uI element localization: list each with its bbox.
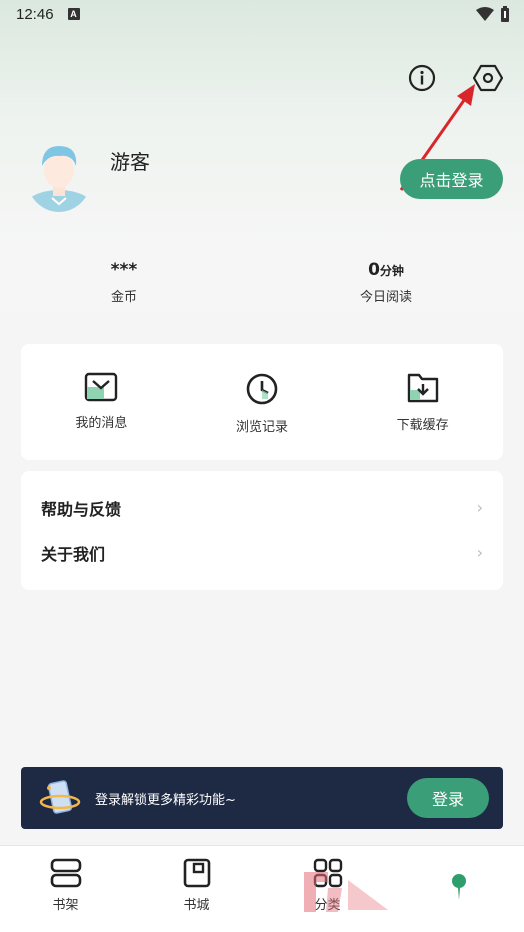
reading-stat[interactable]: 0分钟 今日阅读 <box>326 258 446 305</box>
battery-icon <box>501 6 509 22</box>
coins-value: *** <box>110 260 138 280</box>
menu-card: 帮助与反馈 › 关于我们 › <box>21 471 503 590</box>
notification-icon: A <box>67 8 80 20</box>
nav-label-bookshelf: 书架 <box>52 898 79 913</box>
reading-label: 今日阅读 <box>359 290 412 305</box>
nav-item-bookshelf[interactable]: 书架 <box>0 846 131 932</box>
coins-stat[interactable]: *** 金币 <box>64 258 184 305</box>
status-time: 12:46 <box>16 5 54 23</box>
quick-label-history: 浏览记录 <box>236 420 289 435</box>
status-indicators <box>476 6 510 22</box>
profile-dot-icon <box>451 874 466 888</box>
username: 游客 <box>110 150 150 174</box>
menu-item-about[interactable]: 关于我们 › <box>41 530 483 575</box>
watermark-logo <box>304 872 388 912</box>
download-folder-icon <box>407 373 438 403</box>
quick-actions-card: 我的消息 浏览记录 下载缓存 <box>21 344 503 460</box>
login-button[interactable]: 点击登录 <box>400 159 503 199</box>
login-promo-banner: 登录解锁更多精彩功能~ 登录 <box>21 767 503 829</box>
chevron-right-icon: › <box>476 543 483 562</box>
nav-item-profile[interactable] <box>393 846 524 932</box>
nav-label-bookstore: 书城 <box>183 898 210 913</box>
quick-label-messages: 我的消息 <box>75 416 128 431</box>
menu-item-help[interactable]: 帮助与反馈 › <box>41 485 483 530</box>
reading-unit: 分钟 <box>379 264 404 278</box>
nav-item-bookstore[interactable]: 书城 <box>131 846 262 932</box>
menu-label-about: 关于我们 <box>41 544 106 564</box>
message-icon <box>85 372 118 402</box>
clock-icon <box>246 373 278 405</box>
reading-value: 0 <box>368 260 380 280</box>
bottom-nav: 书架 书城 分类 <box>0 845 524 932</box>
profile-dot-tail <box>457 888 460 900</box>
promo-login-button[interactable]: 登录 <box>407 778 489 818</box>
avatar[interactable] <box>26 140 92 212</box>
coins-label: 金币 <box>110 290 137 305</box>
menu-label-help: 帮助与反馈 <box>41 499 122 519</box>
promo-text: 登录解锁更多精彩功能~ <box>95 792 236 808</box>
quick-item-downloads[interactable]: 下载缓存 <box>342 344 503 460</box>
promo-phone-icon <box>39 780 81 814</box>
quick-label-downloads: 下载缓存 <box>396 418 449 433</box>
quick-item-history[interactable]: 浏览记录 <box>182 344 343 460</box>
chevron-right-icon: › <box>476 498 483 517</box>
quick-item-messages[interactable]: 我的消息 <box>21 344 182 460</box>
wifi-icon <box>476 7 494 21</box>
bookstore-icon <box>183 858 210 888</box>
bookshelf-icon <box>50 858 81 888</box>
status-bar: 12:46 A <box>0 0 524 28</box>
